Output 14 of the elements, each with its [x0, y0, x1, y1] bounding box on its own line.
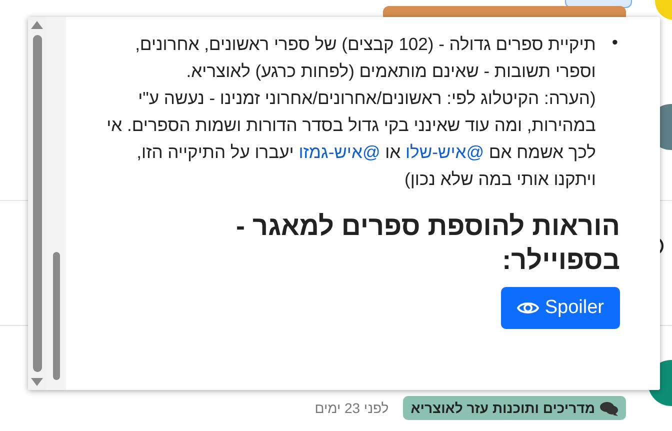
bullet-marker: •: [610, 31, 619, 54]
scroll-up-icon[interactable]: [31, 21, 43, 29]
scrollbar[interactable]: [28, 17, 46, 390]
eye-icon: [516, 300, 539, 316]
category-badge[interactable]: מדריכים ותוכנות עזר לאוצריא: [402, 396, 626, 420]
user-mention-link[interactable]: @איש-שלו: [406, 142, 484, 162]
chat-icon: [600, 400, 618, 416]
spoiler-button[interactable]: Spoiler: [500, 287, 620, 329]
scroll-down-icon[interactable]: [31, 378, 43, 386]
bullet-text: תיקיית ספרים גדולה - (102 קבצים) של ספרי ראשונים, אחרונים, וספרי תשובות - שאינם מותאמים (לפחות כרגע) לאוצריא. (הערה: הקיטלוג לפי: ראשונים/אחרונים/אחרוני זמנינו - נעשה ע"י במהירות, ומה עוד שאינני בקי גדול בסדר הדורות ושמות הספרים. אי לכך אשמח אם @איש-שלו או @איש-גמזו יעברו על התיקייה הזו, ויתקנו אותי במה שלא נכון): [106, 33, 597, 191]
user-mention-link[interactable]: @איש-גמזו: [298, 142, 380, 162]
scrollbar-thumb[interactable]: [52, 252, 60, 380]
section-heading: הוראות להוספת ספרים למאגר - בספויילר:: [235, 210, 620, 277]
post-time: לפני 23 ימים: [314, 400, 389, 416]
